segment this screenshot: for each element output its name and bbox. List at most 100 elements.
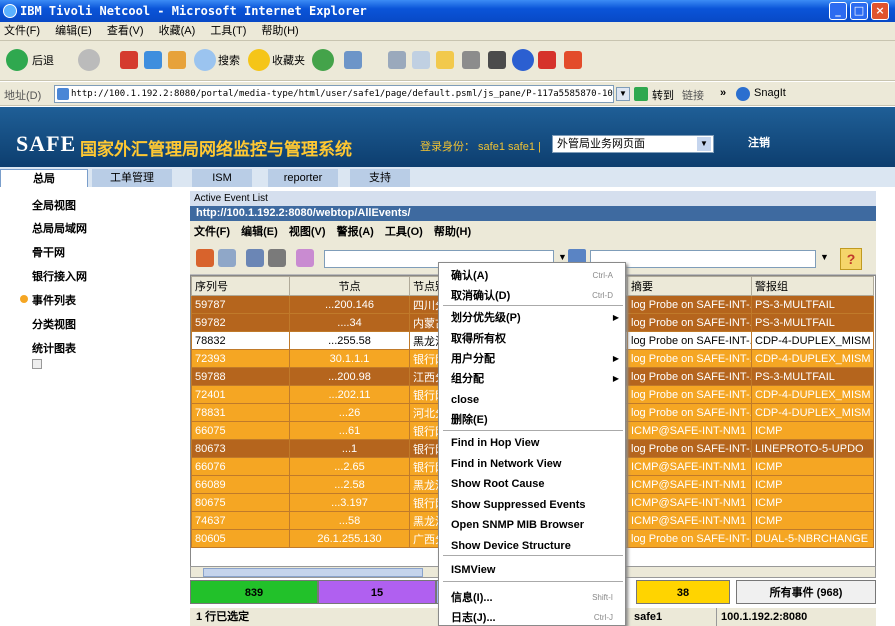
tab-work-orders[interactable]: 工单管理 [92, 169, 172, 187]
filter-icon[interactable] [218, 249, 236, 267]
context-menu-item[interactable]: 取得所有权 [439, 329, 625, 349]
context-menu-item[interactable]: 取消确认(D) Ctrl-D [439, 286, 625, 306]
tool-icon[interactable] [296, 249, 314, 267]
maximize-button[interactable]: □ [850, 2, 868, 20]
context-menu-item[interactable]: Find in Hop View [439, 433, 625, 453]
hscroll-thumb[interactable] [203, 568, 423, 577]
messenger-icon[interactable] [488, 51, 506, 69]
column-header-node[interactable]: 节点 [289, 276, 410, 296]
view-chevron-down-icon[interactable]: ▼ [820, 252, 829, 262]
event-menu-tools[interactable]: 工具(O) [385, 226, 423, 238]
go-button[interactable]: 转到 [652, 87, 674, 103]
site-select[interactable]: 外管局业务网页面 ▼ [552, 135, 714, 153]
print-icon[interactable] [388, 51, 406, 69]
event-menu-alert[interactable]: 警报(A) [337, 226, 374, 238]
menu-help[interactable]: 帮助(H) [261, 25, 298, 37]
context-menu-item[interactable]: 日志(J)... Ctrl-J [439, 608, 625, 626]
column-header-seq[interactable]: 序列号 [191, 276, 290, 296]
address-input[interactable]: http://100.1.192.2:8080/portal/media-typ… [54, 85, 614, 103]
context-menu-item-label: Find in Network View [451, 458, 562, 470]
context-menu-item[interactable]: 划分优先级(P) ▶ [439, 308, 625, 328]
links-label[interactable]: 链接 [682, 87, 704, 103]
go-icon[interactable] [634, 87, 648, 101]
forward-icon[interactable] [78, 49, 100, 71]
event-menu-help[interactable]: 帮助(H) [434, 226, 471, 238]
search-icon[interactable] [194, 49, 216, 71]
edit-icon[interactable] [412, 51, 430, 69]
close-button[interactable]: × [871, 2, 889, 20]
minimize-button[interactable]: _ [829, 2, 847, 20]
column-header-group[interactable]: 警报组 [751, 276, 874, 296]
context-menu-item[interactable]: close [439, 390, 625, 410]
summary-green[interactable]: 839 [190, 580, 318, 604]
favorites-button-label[interactable]: 收藏夹 [272, 50, 305, 72]
toolbar-flag-icon[interactable] [564, 51, 582, 69]
back-button-label[interactable]: 后退 [32, 50, 54, 72]
menu-view[interactable]: 查看(V) [107, 25, 144, 37]
event-menu-edit[interactable]: 编辑(E) [241, 226, 278, 238]
mail-icon[interactable] [344, 51, 362, 69]
research-icon[interactable] [462, 51, 480, 69]
sidebar-item-backbone[interactable]: 骨干网 [32, 244, 65, 260]
sidebar-item-event-list[interactable]: 事件列表 [32, 292, 76, 308]
tab-ism[interactable]: ISM [192, 169, 252, 187]
broken-image-icon [32, 359, 42, 369]
history-icon[interactable] [312, 49, 334, 71]
summary-purple[interactable]: 15 [318, 580, 436, 604]
context-menu-item[interactable]: Find in Network View [439, 454, 625, 474]
context-menu-item[interactable]: 确认(A) Ctrl-A [439, 266, 625, 286]
chevron-down-icon[interactable]: ▼ [697, 137, 711, 151]
event-menu-file[interactable]: 文件(F) [194, 226, 230, 238]
context-menu-item[interactable]: 组分配 ▶ [439, 369, 625, 389]
menu-edit[interactable]: 编辑(E) [55, 25, 92, 37]
context-menu-item[interactable]: Show Device Structure [439, 536, 625, 556]
sidebar-item-hq-lan[interactable]: 总局局域网 [32, 220, 87, 236]
context-menu-item[interactable]: 删除(E) [439, 410, 625, 430]
summary-all-events[interactable]: 所有事件 (968) [736, 580, 876, 604]
tab-headquarters[interactable]: 总局 [0, 169, 88, 187]
address-label: 地址(D) [4, 90, 42, 102]
stop-icon[interactable] [120, 51, 138, 69]
filter-chevron-down-icon[interactable]: ▼ [558, 252, 567, 262]
menu-tools[interactable]: 工具(T) [210, 25, 246, 37]
sidebar-item-bank-access[interactable]: 银行接入网 [32, 268, 87, 284]
context-menu-item[interactable]: 用户分配 ▶ [439, 349, 625, 369]
snagit-icon[interactable] [736, 87, 750, 101]
bluetooth-icon[interactable] [512, 49, 534, 71]
event-url-bar: http://100.1.192.2:8080/webtop/AllEvents… [190, 206, 876, 221]
menu-file[interactable]: 文件(F) [4, 25, 40, 37]
column-header-summary[interactable]: 摘要 [627, 276, 752, 296]
cell-seq: 66075 [191, 421, 290, 440]
context-menu-item[interactable]: Open SNMP MIB Browser [439, 515, 625, 535]
snagit-button[interactable]: SnagIt [754, 87, 786, 99]
find-icon[interactable] [268, 249, 286, 267]
sidebar: 全局视图 总局局域网 骨干网 银行接入网 事件列表 分类视图 统计图表 [0, 187, 168, 626]
search-button-label[interactable]: 搜索 [218, 50, 240, 72]
view-icon[interactable] [246, 249, 264, 267]
home-icon[interactable] [168, 51, 186, 69]
menu-favorites[interactable]: 收藏(A) [159, 25, 196, 37]
sidebar-item-category-view[interactable]: 分类视图 [32, 316, 76, 332]
refresh-icon[interactable] [144, 51, 162, 69]
favorites-icon[interactable] [248, 49, 270, 71]
context-menu-item[interactable]: 信息(I)... Shift-I [439, 588, 625, 608]
logout-link[interactable]: 注销 [748, 134, 770, 150]
toolbar-red-icon[interactable] [538, 51, 556, 69]
folder-icon[interactable] [436, 51, 454, 69]
help-icon[interactable]: ? [840, 248, 862, 270]
summary-yellow[interactable]: 38 [636, 580, 730, 604]
address-dropdown-icon[interactable]: ▼ [616, 87, 630, 101]
event-menu-view[interactable]: 视图(V) [289, 226, 326, 238]
tab-support[interactable]: 支持 [350, 169, 410, 187]
sidebar-item-global-view[interactable]: 全局视图 [32, 197, 76, 213]
context-menu-item[interactable]: Show Root Cause [439, 474, 625, 494]
chevron-icon[interactable]: » [720, 87, 726, 99]
refresh-events-icon[interactable] [196, 249, 214, 267]
page-icon [57, 88, 69, 100]
sidebar-item-statistics[interactable]: 统计图表 [32, 340, 76, 356]
back-icon[interactable] [6, 49, 28, 71]
cell-group: PS-3-MULTFAIL [751, 367, 874, 386]
context-menu-item[interactable]: ISMView [439, 560, 625, 580]
tab-reporter[interactable]: reporter [268, 169, 338, 187]
context-menu-item[interactable]: Show Suppressed Events [439, 495, 625, 515]
